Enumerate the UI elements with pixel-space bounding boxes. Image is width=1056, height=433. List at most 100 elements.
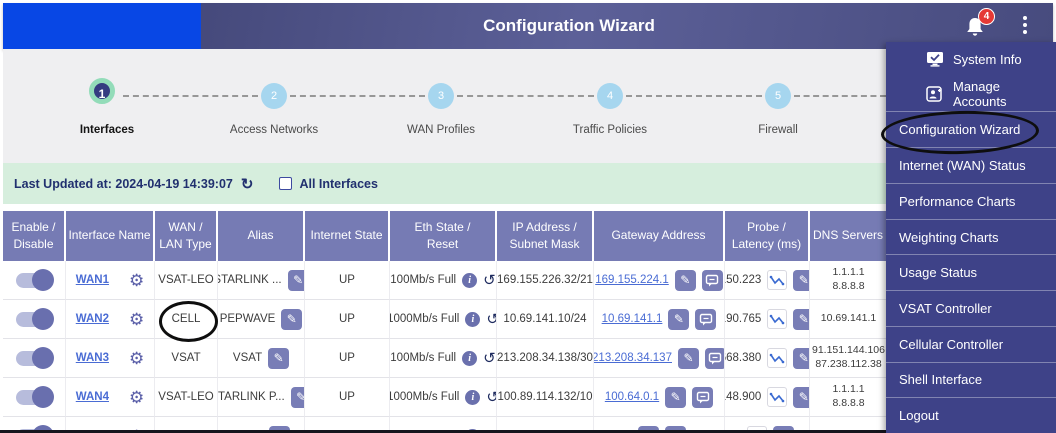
menu-item-shell-interface[interactable]: Shell Interface bbox=[886, 361, 1056, 398]
pencil-icon: ✎ bbox=[798, 390, 809, 404]
menu-item-system-info[interactable]: System Info bbox=[886, 42, 1056, 77]
column-header: Gateway Address bbox=[594, 211, 725, 261]
edit-pencil-button[interactable]: ✎ bbox=[665, 386, 687, 408]
pencil-icon: ✎ bbox=[273, 351, 284, 365]
pencil-icon: ✎ bbox=[670, 390, 681, 404]
step-circle-firewall[interactable]: 5 bbox=[765, 83, 791, 109]
enable-toggle[interactable] bbox=[16, 268, 54, 291]
cell-wan-lan-type: CELL bbox=[155, 300, 218, 339]
cell-ip-address: 10.69.141.10/24 bbox=[497, 300, 594, 339]
gateway-link[interactable]: 169.155.224.1 bbox=[595, 274, 669, 286]
line-chart-icon bbox=[769, 314, 785, 325]
menu-item-vsat-controller[interactable]: VSAT Controller bbox=[886, 290, 1056, 326]
edit-pencil-button[interactable]: ✎ bbox=[668, 308, 690, 330]
info-icon[interactable]: i bbox=[462, 350, 478, 366]
pencil-icon: ✎ bbox=[683, 351, 694, 365]
menu-item-logout[interactable]: Logout bbox=[886, 397, 1056, 433]
latency-chart-button[interactable] bbox=[767, 387, 788, 407]
all-interfaces-checkbox[interactable] bbox=[279, 177, 293, 190]
menu-item-cellular-controller[interactable]: Cellular Controller bbox=[886, 325, 1056, 362]
column-header: DNS Servers bbox=[810, 211, 888, 261]
edit-pencil-button[interactable]: ✎ bbox=[674, 269, 696, 291]
manage-accounts-icon bbox=[926, 86, 942, 102]
interface-link[interactable]: WAN3 bbox=[76, 352, 109, 364]
ip-value: 10.69.141.10/24 bbox=[503, 313, 587, 325]
gear-icon[interactable]: ⚙ bbox=[129, 350, 144, 367]
edit-pencil-button[interactable]: ✎ bbox=[793, 269, 809, 291]
reset-icon[interactable]: ↺ bbox=[483, 349, 496, 367]
info-icon[interactable]: i bbox=[465, 311, 481, 327]
cell-internet-state: UP bbox=[305, 300, 390, 339]
latency-chart-button[interactable] bbox=[767, 348, 788, 368]
menu-item-weighting-charts[interactable]: Weighting Charts bbox=[886, 218, 1056, 255]
refresh-icon[interactable]: ↻ bbox=[241, 175, 254, 193]
cell-dns: 1.1.1.1 8.8.8.8 bbox=[810, 261, 888, 300]
notification-bell-button[interactable]: 4 bbox=[960, 8, 995, 44]
enable-toggle[interactable] bbox=[16, 385, 54, 408]
gateway-link[interactable]: 10.69.141.1 bbox=[602, 313, 663, 325]
step-circle-traffic-policies[interactable]: 4 bbox=[597, 83, 623, 109]
type-value: CELL bbox=[171, 313, 201, 325]
step-circle-wan-profiles[interactable]: 3 bbox=[428, 83, 454, 109]
pencil-icon: ✎ bbox=[680, 273, 691, 287]
menu-item-label: Weighting Charts bbox=[899, 229, 999, 245]
menu-item-performance-charts[interactable]: Performance Charts bbox=[886, 182, 1056, 219]
edit-pencil-button[interactable]: ✎ bbox=[290, 386, 304, 408]
toggle-knob bbox=[32, 385, 54, 408]
info-icon[interactable]: i bbox=[465, 389, 481, 405]
menu-item-manage-accounts[interactable]: Manage Accounts bbox=[886, 77, 1056, 112]
gear-icon[interactable]: ⚙ bbox=[129, 311, 144, 328]
step-label: Access Networks bbox=[229, 124, 319, 136]
gear-icon[interactable]: ⚙ bbox=[129, 389, 144, 406]
comment-button[interactable] bbox=[695, 308, 717, 330]
menu-item-label: Performance Charts bbox=[899, 193, 1016, 209]
interface-link[interactable]: WAN4 bbox=[76, 391, 109, 403]
eth-state-value: 100Mb/s Full bbox=[390, 274, 457, 286]
cell-dns: 10.69.141.1 bbox=[810, 300, 888, 339]
gateway-link[interactable]: 100.64.0.1 bbox=[605, 391, 659, 403]
internet-state-value: UP bbox=[339, 313, 355, 325]
gear-icon[interactable]: ⚙ bbox=[129, 272, 144, 289]
cell-wan-lan-type: VSAT-LEO bbox=[155, 261, 218, 300]
latency-chart-button[interactable] bbox=[767, 270, 788, 290]
eth-state-value: 1000Mb/s Full bbox=[390, 313, 460, 325]
pencil-icon: ✎ bbox=[798, 312, 809, 326]
comment-button[interactable] bbox=[704, 347, 724, 369]
info-icon[interactable]: i bbox=[462, 272, 478, 288]
comment-button[interactable] bbox=[701, 269, 723, 291]
cell-probe-latency: 190.765 ✎ bbox=[725, 300, 810, 339]
interface-link[interactable]: WAN2 bbox=[76, 313, 109, 325]
cell-dns: 91.151.144.106 87.238.112.38 bbox=[810, 339, 888, 378]
edit-pencil-button[interactable]: ✎ bbox=[281, 308, 303, 330]
reset-icon[interactable]: ↺ bbox=[486, 310, 496, 328]
edit-pencil-button[interactable]: ✎ bbox=[793, 308, 809, 330]
step-circle-interfaces[interactable]: 1 bbox=[89, 78, 115, 104]
edit-pencil-button[interactable]: ✎ bbox=[287, 269, 304, 291]
enable-toggle[interactable] bbox=[16, 307, 54, 330]
edit-pencil-button[interactable]: ✎ bbox=[793, 347, 809, 369]
toggle-knob bbox=[32, 268, 54, 291]
menu-item-configuration-wizard[interactable]: Configuration Wizard bbox=[886, 111, 1056, 147]
latency-chart-button[interactable] bbox=[767, 309, 788, 329]
comment-button[interactable] bbox=[692, 386, 714, 408]
cell-internet-state: UP bbox=[305, 339, 390, 378]
reset-icon[interactable]: ↺ bbox=[486, 388, 496, 406]
gateway-link[interactable]: 213.208.34.137 bbox=[594, 352, 672, 364]
edit-pencil-button[interactable]: ✎ bbox=[268, 347, 290, 369]
column-header: Interface Name bbox=[66, 211, 155, 261]
edit-pencil-button[interactable]: ✎ bbox=[677, 347, 699, 369]
ip-value: 169.155.226.32/21 bbox=[497, 274, 593, 286]
enable-toggle[interactable] bbox=[16, 346, 54, 369]
reset-icon[interactable]: ↺ bbox=[483, 271, 496, 289]
cell-ip-address: 100.89.114.132/10 bbox=[497, 378, 594, 417]
cell-alias: VSAT ✎ bbox=[218, 339, 305, 378]
step-circle-access-networks[interactable]: 2 bbox=[261, 83, 287, 109]
comment-icon bbox=[699, 313, 713, 325]
interface-link[interactable]: WAN1 bbox=[76, 274, 109, 286]
edit-pencil-button[interactable]: ✎ bbox=[793, 386, 809, 408]
kebab-menu-icon[interactable] bbox=[1017, 13, 1033, 41]
ip-value: 213.208.34.138/30 bbox=[497, 352, 593, 364]
menu-item-usage-status[interactable]: Usage Status bbox=[886, 254, 1056, 290]
menu-item-internet-wan-status[interactable]: Internet (WAN) Status bbox=[886, 147, 1056, 183]
menu-item-label: Shell Interface bbox=[899, 372, 983, 388]
